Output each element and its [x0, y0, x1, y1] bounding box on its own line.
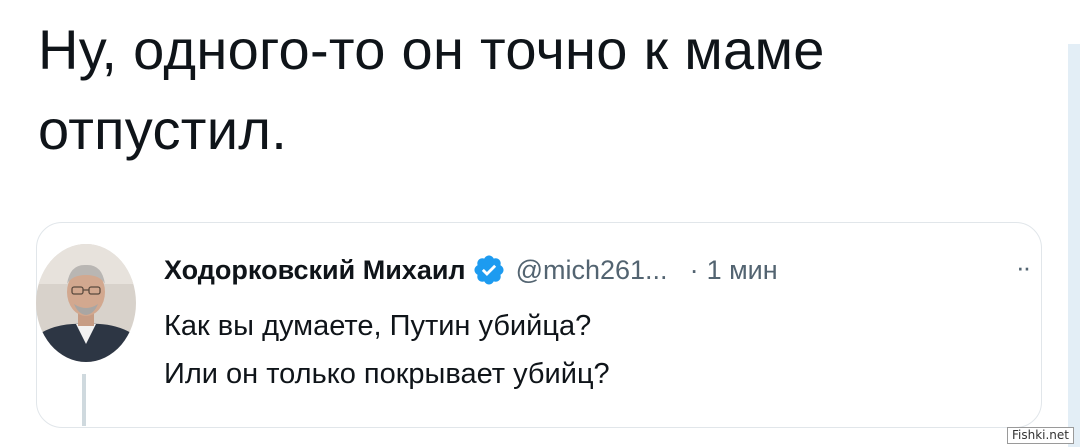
- author-name[interactable]: Ходорковский Михаил: [164, 255, 466, 286]
- separator-dot: ·: [689, 254, 699, 285]
- timestamp[interactable]: 1 мин: [707, 255, 778, 286]
- thread-line: [82, 374, 86, 426]
- quoted-tweet-line-1: Как вы думаете, Путин убийца?: [164, 310, 592, 342]
- watermark-logo: Fishki.net: [1006, 427, 1074, 444]
- quoted-tweet-text: Как вы думаете, Путин убийца? Или он тол…: [164, 302, 610, 398]
- quoted-tweet-line-2: Или он только покрывает убийц?: [164, 358, 610, 390]
- post-text: Ну, одного-то он точно к маме отпустил.: [38, 18, 825, 161]
- verified-badge-icon: [472, 253, 506, 287]
- avatar[interactable]: [36, 244, 136, 362]
- author-handle[interactable]: @mich261...: [516, 255, 668, 286]
- scrollbar-track[interactable]: [1068, 44, 1080, 447]
- more-options-icon[interactable]: ··: [1016, 252, 1031, 282]
- quoted-tweet-header: Ходорковский Михаил @mich261... · 1 мин: [164, 250, 778, 290]
- avatar-photo: [36, 244, 136, 362]
